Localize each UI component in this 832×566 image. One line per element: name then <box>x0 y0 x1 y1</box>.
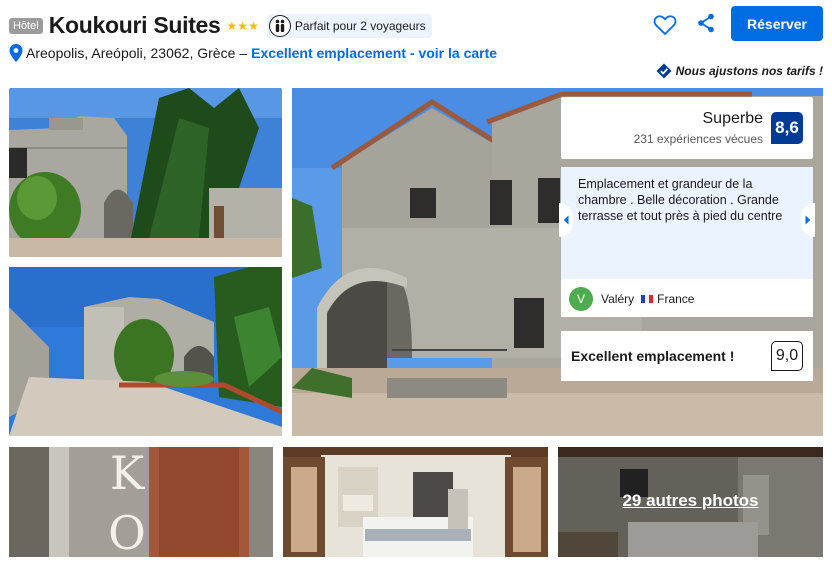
thumbs-up-check-icon <box>656 63 672 79</box>
travelers-badge[interactable]: Parfait pour 2 voyageurs <box>266 13 432 38</box>
property-title: Koukouri Suites <box>48 12 221 38</box>
property-type-badge: Hôtel <box>9 17 43 34</box>
review-carousel: Emplacement et grandeur de la chambre . … <box>559 167 815 317</box>
gallery-photo-4[interactable]: K O <box>9 447 273 557</box>
review-score-card[interactable]: Superbe 231 expériences vécues 8,6 <box>561 97 813 159</box>
review-quote: Emplacement et grandeur de la chambre . … <box>561 167 813 279</box>
svg-text:O: O <box>108 506 146 557</box>
heart-icon[interactable] <box>652 12 678 38</box>
address-line: Areopolis, Areópoli, 23062, Grèce – Exce… <box>9 44 497 62</box>
location-score-card[interactable]: Excellent emplacement ! 9,0 <box>561 331 813 381</box>
property-header: Hôtel Koukouri Suites ★★★ Parfait pour 2… <box>9 12 432 39</box>
share-icon[interactable] <box>697 13 715 33</box>
gallery-photo-5[interactable] <box>283 447 548 557</box>
gallery-photo-more[interactable]: 29 autres photos <box>558 447 823 557</box>
location-map-link[interactable]: Excellent emplacement - voir la carte <box>251 45 497 61</box>
more-photos-link[interactable]: 29 autres photos <box>558 491 823 511</box>
review-count[interactable]: 231 expériences vécues <box>634 132 763 146</box>
location-label: Excellent emplacement ! <box>571 348 735 364</box>
map-pin-icon <box>9 44 23 62</box>
rating-word: Superbe <box>702 110 764 127</box>
address-separator: – <box>239 45 248 61</box>
two-people-icon <box>268 14 291 37</box>
star-rating: ★★★ <box>226 18 259 33</box>
svg-text:K: K <box>110 447 146 500</box>
reviewer-country: France <box>657 292 695 306</box>
price-match-label: Nous ajustons nos tarifs ! <box>675 64 823 78</box>
price-match-notice[interactable]: Nous ajustons nos tarifs ! <box>656 63 823 79</box>
avatar: V <box>569 287 593 311</box>
location-score-badge: 9,0 <box>771 341 803 371</box>
gallery-photo-1[interactable] <box>9 88 282 257</box>
reviewer-name: Valéry <box>601 292 635 306</box>
reserve-button[interactable]: Réserver <box>731 6 823 41</box>
travelers-badge-label: Parfait pour 2 voyageurs <box>294 18 426 33</box>
address-text: Areopolis, Areópoli, 23062, Grèce <box>26 45 236 61</box>
gallery-photo-2[interactable] <box>9 267 282 436</box>
reviewer: V Valéry France <box>569 287 694 311</box>
score-badge: 8,6 <box>771 112 803 144</box>
france-flag-icon <box>641 295 654 303</box>
